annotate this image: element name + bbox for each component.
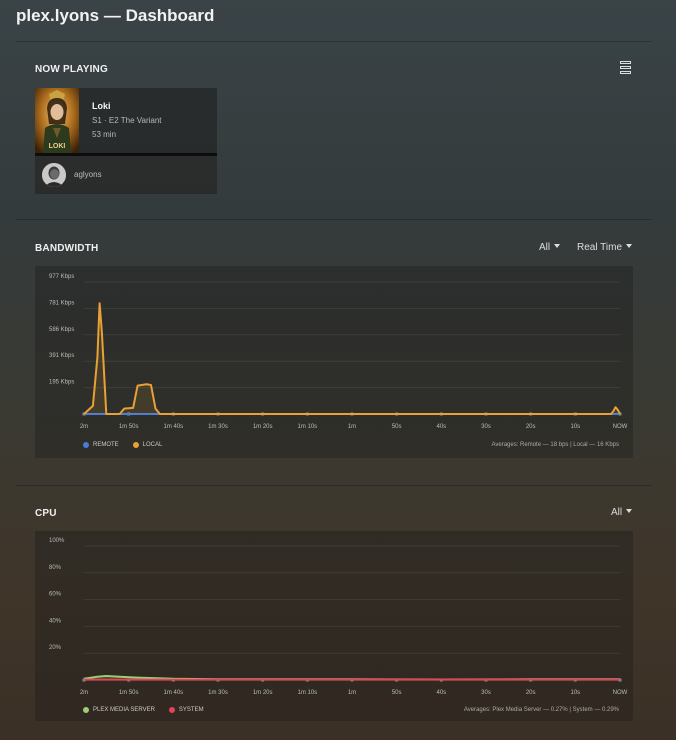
y-tick-label: 977 Kbps <box>49 274 74 280</box>
x-tick-label: 1m 30s <box>208 690 228 696</box>
svg-text:LOKI: LOKI <box>49 143 66 150</box>
x-tick-label: 50s <box>392 424 402 430</box>
cpu-filter-dropdown[interactable]: All <box>611 507 633 518</box>
cpu-chart-svg: 20% 40% 60% 80% 100% 2m 1m 50s 1m 40s 1m 30s 1m 2… <box>49 538 628 696</box>
x-tick-label: 1m 40s <box>163 690 183 696</box>
y-tick-label: 60% <box>49 592 62 598</box>
x-tick-label: 1m 50s <box>119 424 139 430</box>
bandwidth-filter-dropdown[interactable]: All <box>539 242 561 253</box>
cpu-title: CPU <box>35 508 57 519</box>
x-tick-label: 1m 10s <box>297 424 317 430</box>
cpu-filter-value: All <box>611 507 623 518</box>
session-user: aglyons <box>35 156 217 194</box>
legend-dot-plex-media-server <box>83 707 89 713</box>
series-area <box>84 303 620 414</box>
legend-dot-system <box>168 707 175 713</box>
x-tick-label: 1m <box>348 690 356 696</box>
x-tick-label: 20s <box>526 690 536 696</box>
x-tick-label: 30s <box>481 424 491 430</box>
poster-image: LOKI <box>35 88 79 153</box>
x-tick-label: NOW <box>613 690 628 696</box>
legend-label-system: SYSTEM <box>178 707 204 713</box>
cpu-legend: PLEX MEDIA SERVER SYSTEM <box>83 707 214 713</box>
y-tick-label: 80% <box>49 565 62 571</box>
bandwidth-timespan-value: Real Time <box>577 242 623 253</box>
media-duration: 53 min <box>92 130 117 139</box>
chevron-down-icon <box>626 509 633 514</box>
x-tick-label: 1m 10s <box>297 690 317 696</box>
x-tick-label: 30s <box>481 690 491 696</box>
x-tick-label: 1m 40s <box>163 424 183 430</box>
x-tick-label: 10s <box>570 690 580 696</box>
x-tick-label: 1m 20s <box>253 690 273 696</box>
bandwidth-timespan-dropdown[interactable]: Real Time <box>577 242 633 253</box>
x-tick-label: 1m 20s <box>253 424 273 430</box>
header-divider <box>16 41 652 42</box>
bandwidth-legend: REMOTE LOCAL <box>83 442 172 448</box>
list-view-icon[interactable] <box>620 61 632 75</box>
now-playing-card[interactable]: LOKI Loki S1 · E2 The Variant 53 min agl… <box>35 88 217 194</box>
y-tick-label: 195 Kbps <box>49 380 74 386</box>
chevron-down-icon <box>554 244 561 249</box>
x-tick-label: 1m 50s <box>119 690 139 696</box>
legend-label-local: LOCAL <box>142 442 163 448</box>
x-tick-label: 40s <box>436 424 446 430</box>
x-tick-label: 1m 30s <box>208 424 228 430</box>
x-tick-label: 2m <box>80 424 88 430</box>
x-tick-label: NOW <box>613 424 628 430</box>
y-tick-label: 781 Kbps <box>49 300 74 306</box>
bandwidth-title: BANDWIDTH <box>35 243 99 254</box>
page-title: plex.lyons — Dashboard <box>16 6 215 25</box>
section-divider <box>16 485 652 486</box>
x-tick-label: 20s <box>526 424 536 430</box>
now-playing-title: NOW PLAYING <box>35 64 108 75</box>
x-tick-label: 2m <box>80 690 88 696</box>
bandwidth-filter-value: All <box>539 242 551 253</box>
y-tick-label: 391 Kbps <box>49 353 74 359</box>
bandwidth-chart-svg: 195 Kbps 391 Kbps 586 Kbps 781 Kbps 977 Kbps… <box>49 274 628 430</box>
cpu-averages: Averages: Plex Media Server — 0.27% | Sy… <box>463 707 619 713</box>
bandwidth-averages: Averages: Remote — 18 bps | Local — 16 K… <box>491 442 619 448</box>
series-line <box>83 302 621 415</box>
x-tick-label: 10s <box>570 424 580 430</box>
username: aglyons <box>74 170 102 179</box>
section-divider <box>16 219 652 220</box>
y-tick-label: 100% <box>49 538 65 544</box>
chevron-down-icon <box>626 244 633 249</box>
x-tick-label: 50s <box>392 690 402 696</box>
avatar <box>42 163 66 187</box>
y-tick-label: 20% <box>49 645 62 651</box>
media-title: Loki <box>92 101 111 111</box>
legend-label-remote: REMOTE <box>93 442 119 448</box>
y-tick-label: 586 Kbps <box>49 327 74 333</box>
x-tick-label: 1m <box>348 424 356 430</box>
y-tick-label: 40% <box>49 618 62 624</box>
legend-dot-local <box>132 442 139 448</box>
episode-info: S1 · E2 The Variant <box>92 116 162 125</box>
legend-dot-remote <box>83 442 89 448</box>
x-tick-label: 40s <box>436 690 446 696</box>
bandwidth-chart: 195 Kbps 391 Kbps 586 Kbps 781 Kbps 977 Kbps… <box>35 266 633 458</box>
cpu-chart: 20% 40% 60% 80% 100% 2m 1m 50s 1m 40s 1m 30s 1m 2… <box>35 531 633 721</box>
legend-label-plex-media-server: PLEX MEDIA SERVER <box>93 707 155 713</box>
